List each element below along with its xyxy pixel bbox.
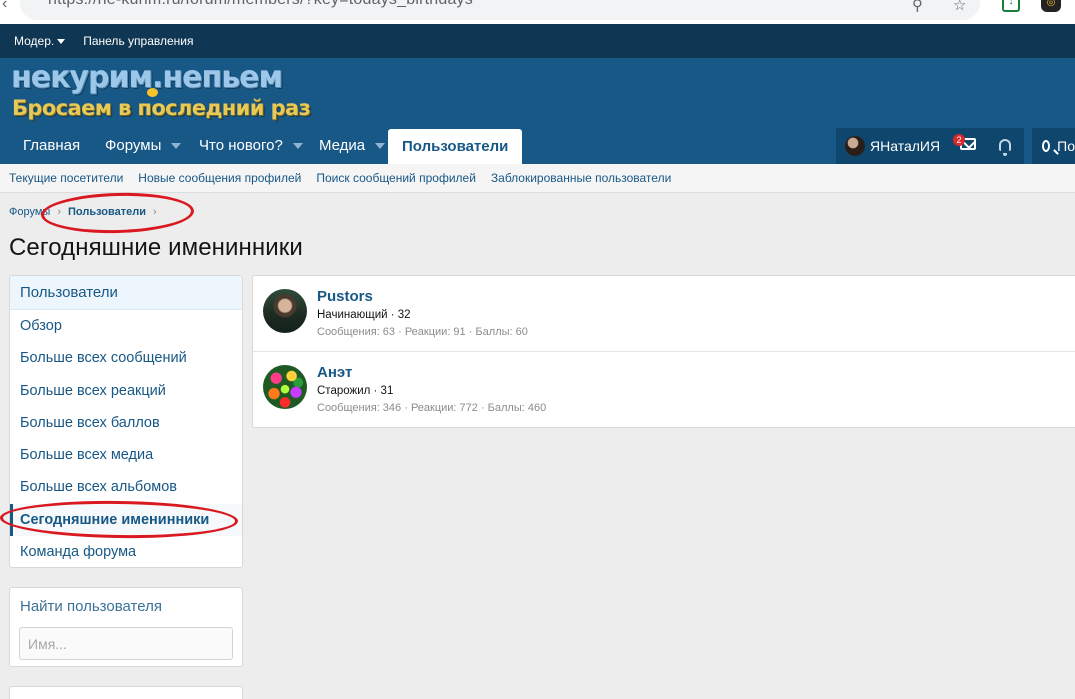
extension-dark-icon[interactable]: ◎ [1041, 0, 1061, 12]
browser-toolbar: ‹ https://ne-kurim.ru/forum/members/?key… [0, 0, 1075, 24]
search-icon [1042, 140, 1051, 152]
member-name-link[interactable]: Анэт [317, 364, 352, 381]
nav-home[interactable]: Главная [23, 128, 80, 164]
sidebar-item-most-reactions[interactable]: Больше всех реакций [10, 375, 242, 407]
search-button[interactable]: По [1032, 128, 1075, 164]
subnav-new-profile-posts[interactable]: Новые сообщения профилей [138, 171, 301, 185]
member-name-link[interactable]: Pustors [317, 288, 373, 305]
sidebar-item-most-messages[interactable]: Больше всех сообщений [10, 342, 242, 374]
chevron-down-icon[interactable] [292, 143, 303, 149]
member-title: Старожил · 31 [317, 385, 394, 397]
nav-members-label: Пользователи [402, 137, 509, 155]
bell-icon[interactable] [999, 139, 1011, 156]
sidebar-block [9, 686, 243, 699]
sidebar-item-most-albums[interactable]: Больше всех альбомов [10, 471, 242, 503]
member-title: Начинающий · 32 [317, 309, 411, 321]
member-stats: Сообщения: 63 · Реакции: 91 · Баллы: 60 [317, 326, 528, 338]
member-stats: Сообщения: 346 · Реакции: 772 · Баллы: 4… [317, 402, 547, 414]
nav-media[interactable]: Медиа [319, 128, 386, 164]
nav-media-label: Медиа [319, 137, 366, 154]
avatar[interactable] [845, 136, 865, 156]
control-panel-link[interactable]: Панель управления [83, 34, 193, 48]
site-header: некурим.непьем Бросаем в последний раз [0, 58, 1075, 128]
breadcrumb: Форумы › Пользователи › [9, 206, 164, 218]
list-item: Pustors Начинающий · 32 Сообщения: 63 · … [253, 276, 1075, 352]
avatar[interactable] [263, 365, 307, 409]
page-title: Сегодняшние именинники [9, 234, 303, 261]
chevron-right-icon: › [153, 206, 157, 218]
user-nav-group: ЯНаталИЯ 2 [836, 128, 1024, 164]
subnav-banned-users[interactable]: Заблокированные пользователи [491, 171, 671, 185]
breadcrumb-forums[interactable]: Форумы [9, 206, 50, 218]
inbox-badge: 2 [953, 134, 965, 146]
chevron-down-icon[interactable] [171, 143, 182, 149]
logo-slogan[interactable]: Бросаем в последний раз [12, 96, 311, 120]
caret-down-icon [57, 38, 66, 44]
nav-whats-new-label: Что нового? [199, 137, 283, 154]
find-member-block: Найти пользователя [9, 587, 243, 667]
moderator-label: Модер. [14, 34, 55, 48]
magnifier-icon[interactable]: ⚲ [912, 0, 923, 14]
sidebar-item-most-media[interactable]: Больше всех медиа [10, 439, 242, 471]
list-item: Анэт Старожил · 31 Сообщения: 346 · Реак… [253, 352, 1075, 428]
nav-home-label: Главная [23, 137, 81, 154]
chevron-right-icon: › [57, 206, 61, 218]
sidebar-item-staff[interactable]: Команда форума [10, 536, 242, 568]
avatar[interactable] [263, 289, 307, 333]
sidebar-item-todays-birthdays[interactable]: Сегодняшние именинники [10, 503, 242, 537]
members-sidebar: Пользователи Обзор Больше всех сообщений… [9, 275, 243, 568]
back-arrow-icon[interactable]: ‹ [2, 0, 7, 13]
subnav-search-profile-posts[interactable]: Поиск сообщений профилей [316, 171, 476, 185]
star-icon[interactable]: ☆ [953, 0, 966, 14]
url-text[interactable]: https://ne-kurim.ru/forum/members/?key=t… [48, 0, 473, 9]
subnav-current-visitors[interactable]: Текущие посетители [9, 171, 123, 185]
nav-whats-new[interactable]: Что нового? [199, 128, 303, 164]
sidebar-item-overview[interactable]: Обзор [10, 310, 242, 342]
nav-forums-label: Форумы [105, 137, 162, 154]
search-label: По [1057, 138, 1075, 154]
member-list: Pustors Начинающий · 32 Сообщения: 63 · … [252, 275, 1075, 428]
moderator-menu[interactable]: Модер. [14, 34, 66, 48]
sidebar-header[interactable]: Пользователи [10, 276, 242, 310]
sidebar-item-most-points[interactable]: Больше всех баллов [10, 407, 242, 439]
username-link[interactable]: ЯНаталИЯ [870, 138, 940, 154]
chevron-down-icon[interactable] [375, 143, 386, 149]
staff-bar: Модер. Панель управления [0, 24, 1075, 58]
find-member-title: Найти пользователя [20, 598, 162, 615]
nav-forums[interactable]: Форумы [105, 128, 182, 164]
member-name-input[interactable] [19, 627, 233, 660]
breadcrumb-members[interactable]: Пользователи [68, 206, 146, 218]
nav-members[interactable]: Пользователи [388, 129, 523, 164]
sub-nav: Текущие посетители Новые сообщения профи… [0, 164, 1075, 193]
extension-icon[interactable]: ↓ [1002, 0, 1020, 12]
main-nav: Главная Форумы Что нового? Медиа Пользов… [0, 128, 1075, 164]
